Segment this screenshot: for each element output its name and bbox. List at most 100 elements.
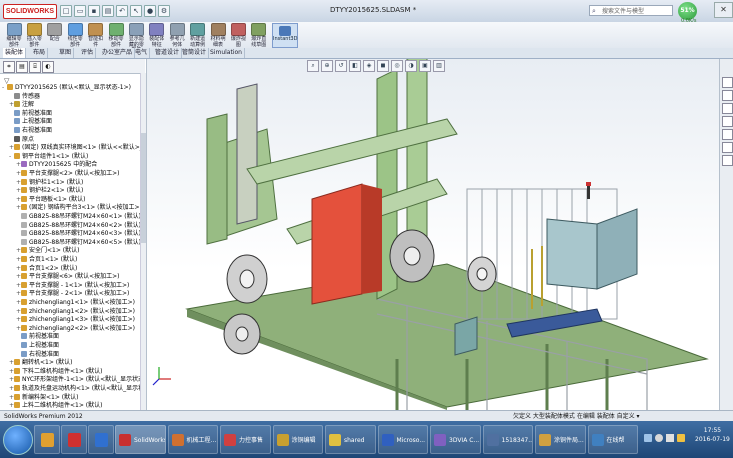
tree-node[interactable]: + 翻转机<1> (默认) bbox=[9, 359, 72, 367]
taskbar-window-button[interactable]: SolidWorks bbox=[115, 425, 166, 454]
toolbar-button[interactable]: 爆炸视 图 bbox=[227, 23, 249, 48]
tree-node[interactable]: 原点 bbox=[9, 135, 34, 144]
graphics-area[interactable] bbox=[146, 53, 719, 410]
view-settings-icon[interactable]: ▥ bbox=[433, 60, 445, 72]
file-explorer-icon[interactable] bbox=[722, 103, 733, 114]
taskbar-window-button[interactable]: 1518347... bbox=[482, 425, 533, 454]
command-tab[interactable]: 管道设计 bbox=[153, 48, 183, 58]
save-icon[interactable]: ▪ bbox=[88, 5, 100, 17]
tree-node[interactable]: 前视基准面 bbox=[9, 109, 52, 118]
tree-node[interactable]: 上视基准面 bbox=[16, 342, 59, 350]
notification-icon[interactable] bbox=[677, 434, 685, 442]
view-palette-icon[interactable] bbox=[722, 129, 733, 140]
select-icon[interactable]: ↖ bbox=[130, 5, 142, 17]
print-icon[interactable]: ▤ bbox=[102, 5, 114, 17]
taskbar-window-button[interactable]: 3DVIA C... bbox=[430, 425, 481, 454]
zoom-area-icon[interactable]: ⊕ bbox=[321, 60, 333, 72]
pinned-app-button[interactable] bbox=[61, 425, 87, 454]
instant3d-button[interactable]: Instant3D bbox=[272, 23, 298, 48]
toolbar-button[interactable]: 智能扣 件 bbox=[85, 23, 107, 48]
command-tab[interactable]: 草图 bbox=[57, 48, 75, 58]
tree-node[interactable]: + 下料二维机构组件<1> (默认) bbox=[9, 367, 102, 376]
tree-node[interactable]: + 合页1<2> (默认) bbox=[16, 264, 77, 273]
search-results-icon[interactable] bbox=[722, 116, 733, 127]
tree-node[interactable]: + zhichengliang2<2> (默认<按加工>) bbox=[16, 324, 135, 333]
taskbar-window-button[interactable]: 涂铜编辑 bbox=[272, 425, 323, 454]
custom-properties-icon[interactable] bbox=[722, 155, 733, 166]
previous-view-icon[interactable]: ↺ bbox=[335, 60, 347, 72]
taskbar-window-button[interactable]: shared bbox=[325, 425, 376, 454]
taskbar-window-button[interactable]: Microso... bbox=[377, 425, 428, 454]
command-tab[interactable]: 布局 bbox=[31, 48, 49, 58]
tree-node[interactable]: + 注解 bbox=[9, 101, 34, 109]
tree-node[interactable]: + 平台踏板<1> (默认) bbox=[16, 195, 85, 204]
undo-icon[interactable]: ↶ bbox=[116, 5, 128, 17]
tree-node[interactable]: +轨道及托盘运动机构<1> (默认<默认_显示状态-1>) bbox=[9, 385, 140, 393]
view-orientation-icon[interactable]: ◈ bbox=[363, 60, 375, 72]
tree-node[interactable]: + 平台支撑腿 - 2<1> (默认<按加工>) bbox=[16, 290, 129, 298]
taskbar-window-button[interactable]: 力控事售 bbox=[220, 425, 271, 454]
command-tab[interactable]: 电气 bbox=[133, 48, 151, 58]
edit-appearance-icon[interactable]: ◑ bbox=[405, 60, 417, 72]
appearances-icon[interactable] bbox=[722, 142, 733, 153]
tree-node[interactable]: + 新编料架<1> (默认) bbox=[9, 393, 78, 402]
hide-show-icon[interactable]: ◎ bbox=[391, 60, 403, 72]
tree-node[interactable]: +(固定) 双线真实环境图<1> (默认<<默认>_显示状态 1>) bbox=[9, 144, 140, 152]
tree-node[interactable]: 右视基准面 bbox=[9, 127, 52, 135]
command-tab[interactable]: Simulation bbox=[208, 48, 245, 58]
scene-icon[interactable]: ▣ bbox=[419, 60, 431, 72]
tree-node[interactable]: + zhichengliang1<2> (默认<按加工>) bbox=[16, 307, 135, 316]
pinned-app-button[interactable] bbox=[34, 425, 60, 454]
toolbar-button[interactable]: 配合 bbox=[44, 23, 66, 48]
design-library-icon[interactable] bbox=[722, 90, 733, 101]
tree-node[interactable]: + 钢护栏1<1> (默认) bbox=[16, 178, 83, 187]
command-tab[interactable]: 装配体 bbox=[3, 48, 27, 58]
tree-node[interactable]: 上视基准面 bbox=[9, 118, 52, 126]
clock[interactable]: 17:55 2016-07-19 bbox=[695, 426, 730, 444]
tree-node[interactable]: - DTYY2015625 (默认<默认_显示状态-1>) bbox=[2, 84, 131, 92]
toolbar-button[interactable]: 编辑零 部件 bbox=[3, 23, 25, 48]
taskbar-window-button[interactable]: 在线帮 bbox=[587, 425, 638, 454]
tree-node[interactable]: + zhichengliang1<1> (默认<按加工>) bbox=[16, 299, 135, 307]
display-style-icon[interactable]: ◼ bbox=[377, 60, 389, 72]
configuration-manager-tab-icon[interactable]: ⌸ bbox=[29, 61, 41, 73]
property-manager-tab-icon[interactable]: ▤ bbox=[16, 61, 28, 73]
pinned-app-button[interactable] bbox=[88, 425, 114, 454]
toolbar-button[interactable]: 线性零 部件 bbox=[64, 23, 86, 48]
tree-node[interactable]: + zhichengliang1<3> (默认<按加工>) bbox=[16, 316, 135, 324]
tree-node[interactable]: + 上料二维机构组件<1> (默认) bbox=[9, 402, 102, 410]
open-file-icon[interactable]: ▭ bbox=[74, 5, 86, 17]
new-file-icon[interactable]: □ bbox=[60, 5, 72, 17]
tree-node[interactable]: 右视基准面 bbox=[16, 350, 59, 359]
toolbar-button[interactable]: 参考几 何体 bbox=[166, 23, 188, 48]
volume-icon[interactable] bbox=[666, 434, 674, 442]
toolbar-button[interactable]: 材料明 细表 bbox=[207, 23, 229, 48]
tree-node[interactable]: +NYC环形架组件-1<1> (默认<默认_显示状态-1>) bbox=[9, 376, 140, 384]
tree-node[interactable]: + 安全门<1> (默认) bbox=[16, 247, 79, 255]
rebuild-icon[interactable]: ● bbox=[144, 5, 156, 17]
close-button[interactable]: ✕ bbox=[714, 2, 733, 18]
tree-node[interactable]: GB825-88吊环螺钉M24×60<3> (默认) bbox=[16, 230, 140, 238]
tree-node[interactable]: + 平台支撑腿<2> (默认<按加工>) bbox=[16, 170, 120, 178]
tree-node[interactable]: + 平台支撑腿 - 1<1> (默认<按加工>) bbox=[16, 281, 129, 290]
toolbar-button[interactable]: 插入零 部件 bbox=[23, 23, 45, 48]
tree-node[interactable]: GB825-88吊环螺钉M24×60<1> (默认) bbox=[16, 213, 140, 221]
tree-node[interactable]: + DTYY2015625 中的配合 bbox=[16, 161, 97, 169]
language-icon[interactable] bbox=[644, 434, 652, 442]
start-button[interactable] bbox=[3, 425, 33, 455]
command-tab[interactable]: 管筒设计 bbox=[180, 48, 210, 58]
toolbar-button[interactable]: 爆炸直 线草图 bbox=[248, 23, 270, 48]
tree-node[interactable]: - 钢平台组件1<1> (默认) bbox=[9, 152, 88, 161]
tree-node[interactable]: GB825-88吊环螺钉M24×60<5> (默认) bbox=[16, 238, 140, 247]
tree-node[interactable]: + 合页1<1> (默认) bbox=[16, 256, 77, 264]
zoom-to-fit-icon[interactable]: ⌕ bbox=[307, 60, 319, 72]
toolbar-button[interactable]: 新建运 动算例 bbox=[187, 23, 209, 48]
options-icon[interactable]: ⚙ bbox=[158, 5, 170, 17]
command-tab[interactable]: 办公室产品 bbox=[100, 48, 136, 58]
tree-node[interactable]: 传感器 bbox=[9, 92, 40, 101]
tree-node[interactable]: + 平台支撑腿<6> (默认<按加工>) bbox=[16, 273, 120, 281]
network-icon[interactable] bbox=[655, 434, 663, 442]
toolbar-button[interactable]: 显示隐 藏的零 部件 bbox=[125, 23, 147, 53]
resources-icon[interactable] bbox=[722, 77, 733, 88]
tree-node[interactable]: + 钢护栏2<1> (默认) bbox=[16, 187, 83, 195]
